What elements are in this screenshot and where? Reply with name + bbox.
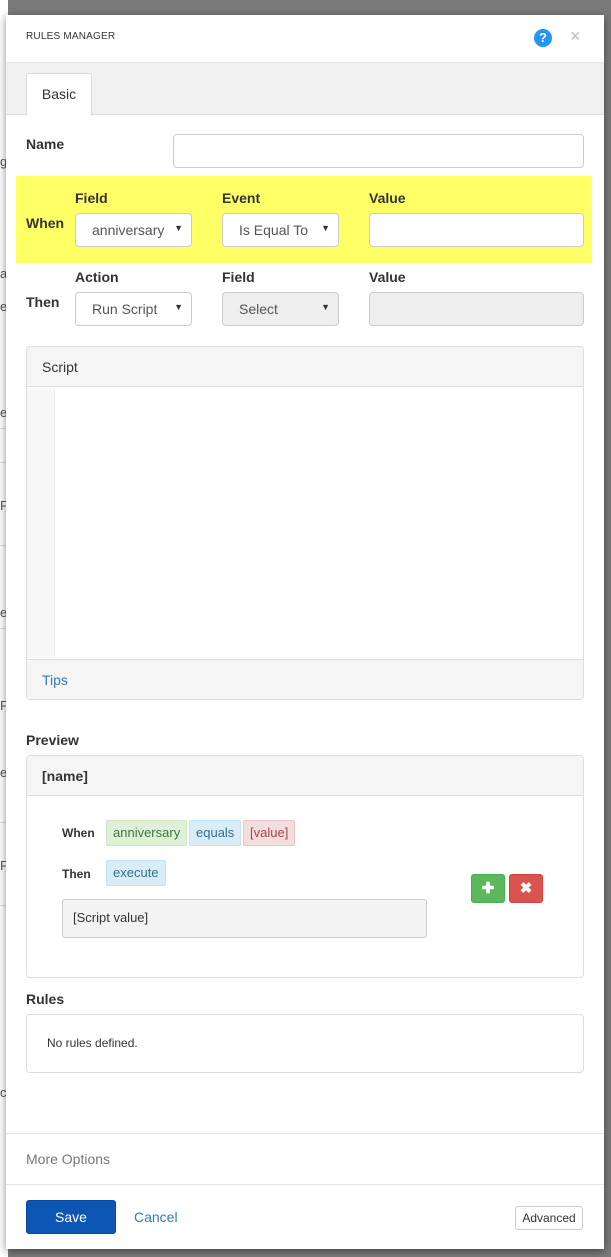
when-field-selected: anniversary xyxy=(92,222,165,238)
chevron-down-icon: ▼ xyxy=(174,223,183,233)
preview-value-tag: [value] xyxy=(243,820,296,846)
when-value-label: Value xyxy=(369,190,406,206)
times-icon: ✖ xyxy=(519,880,533,897)
script-panel-header: Script xyxy=(27,347,583,387)
rules-empty-text: No rules defined. xyxy=(47,1036,138,1050)
preview-heading: Preview xyxy=(26,732,79,748)
chevron-down-icon: ▼ xyxy=(321,302,330,312)
then-value-label: Value xyxy=(369,269,406,285)
then-field-label: Field xyxy=(222,269,255,285)
then-value-input[interactable] xyxy=(369,292,584,326)
rules-manager-dialog: RULES MANAGER ? × Basic Name When Field … xyxy=(6,15,604,1249)
preview-rule-name: [name] xyxy=(42,768,88,784)
plus-icon: ✚ xyxy=(481,880,495,897)
name-label: Name xyxy=(26,136,65,152)
when-label: When xyxy=(26,215,65,231)
preview-panel: [name] When anniversary equals [value] T… xyxy=(26,755,584,978)
preview-when-label: When xyxy=(62,826,95,840)
then-action-label: Action xyxy=(75,269,119,285)
tab-strip: Basic xyxy=(6,63,604,116)
when-event-label: Event xyxy=(222,190,261,206)
more-options-toggle[interactable]: More Options xyxy=(26,1151,110,1167)
rules-heading: Rules xyxy=(26,991,65,1007)
chevron-down-icon: ▼ xyxy=(174,302,183,312)
when-event-select[interactable]: Is Equal To ▼ xyxy=(222,213,339,247)
when-field-select[interactable]: anniversary ▼ xyxy=(75,213,192,247)
when-field-label: Field xyxy=(75,190,108,206)
then-action-select[interactable]: Run Script ▼ xyxy=(75,292,192,326)
preview-action-tag: execute xyxy=(106,860,166,886)
name-input[interactable] xyxy=(173,134,584,168)
tips-link[interactable]: Tips xyxy=(42,672,68,688)
cancel-link[interactable]: Cancel xyxy=(134,1209,178,1225)
divider xyxy=(6,1133,604,1134)
then-field-select[interactable]: Select ▼ xyxy=(222,292,339,326)
preview-operator-tag: equals xyxy=(189,820,242,846)
preview-script-value: [Script value] xyxy=(62,899,427,938)
script-panel: Script Tips xyxy=(26,346,584,700)
rules-list: No rules defined. xyxy=(26,1014,584,1073)
then-field-selected: Select xyxy=(239,301,278,317)
script-panel-footer: Tips xyxy=(27,659,583,699)
then-label: Then xyxy=(26,294,60,310)
clear-rule-button[interactable]: ✖ xyxy=(509,874,543,903)
when-value-input[interactable] xyxy=(369,213,584,247)
advanced-button[interactable]: Advanced xyxy=(515,1206,583,1230)
when-condition-row: When Field Event Value anniversary ▼ Is … xyxy=(16,176,592,263)
then-action-selected: Run Script xyxy=(92,301,158,317)
help-icon[interactable]: ? xyxy=(534,29,552,47)
preview-field-tag: anniversary xyxy=(106,820,188,846)
tab-basic[interactable]: Basic xyxy=(26,73,92,116)
when-event-selected: Is Equal To xyxy=(239,222,309,238)
script-panel-title: Script xyxy=(42,359,78,375)
preview-panel-header: [name] xyxy=(27,756,583,796)
script-editor-gutter xyxy=(27,388,55,658)
close-icon[interactable]: × xyxy=(570,26,581,46)
chevron-down-icon: ▼ xyxy=(321,223,330,233)
add-rule-button[interactable]: ✚ xyxy=(471,874,505,903)
preview-then-label: Then xyxy=(62,867,91,881)
dialog-title: RULES MANAGER xyxy=(26,31,116,42)
save-button[interactable]: Save xyxy=(26,1200,116,1234)
script-editor[interactable] xyxy=(56,388,583,658)
dialog-header: RULES MANAGER ? × xyxy=(6,15,604,63)
divider xyxy=(6,1184,604,1185)
